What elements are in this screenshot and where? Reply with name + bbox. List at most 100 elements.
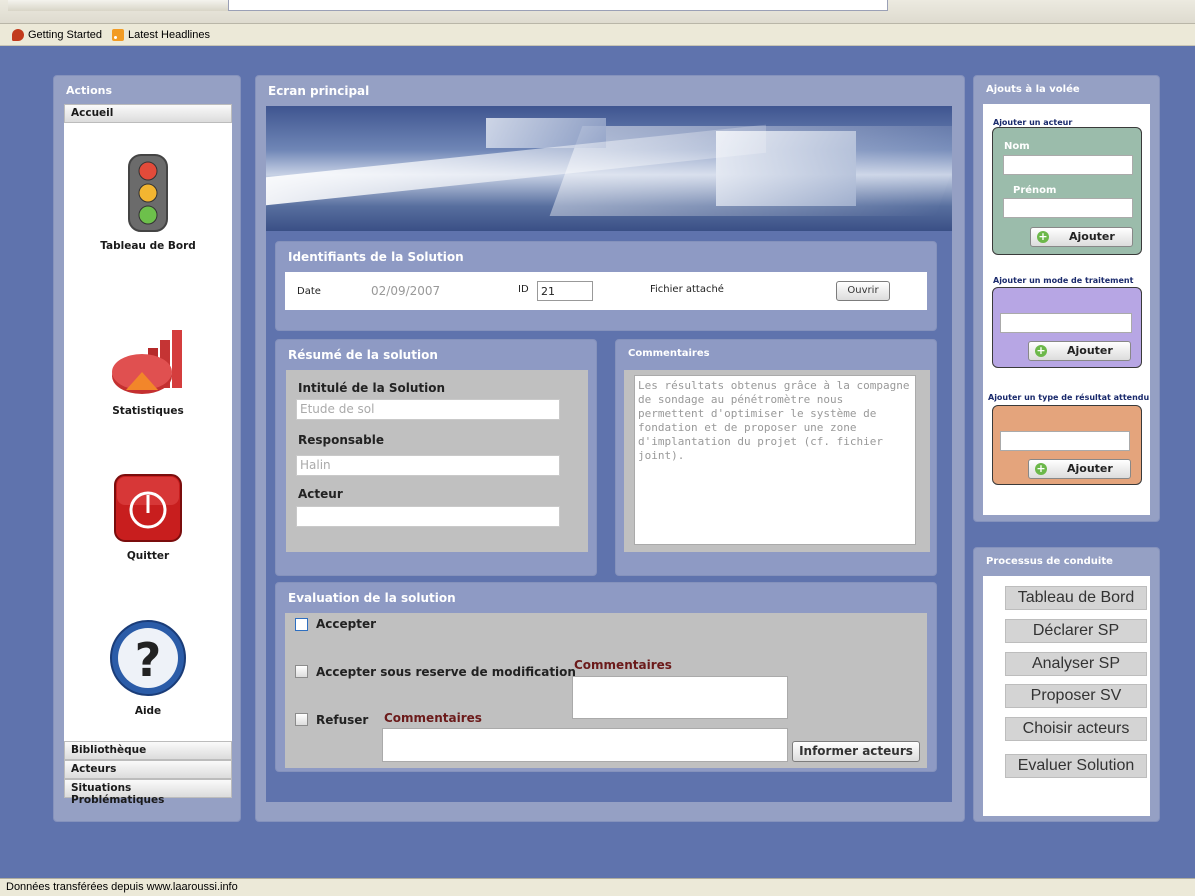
- tab-situations-problematiques[interactable]: Situations Problématiques: [64, 779, 232, 806]
- commentaires-refus-field[interactable]: [382, 728, 788, 762]
- resume-body: Intitulé de la Solution Etude de sol Res…: [286, 370, 588, 552]
- commentaires-section: Commentaires Les résultats obtenus grâce…: [615, 339, 937, 576]
- add-icon: +: [1035, 344, 1047, 357]
- commentaires-title: Commentaires: [628, 348, 710, 359]
- main-title: Ecran principal: [268, 84, 370, 98]
- prenom-input[interactable]: [1003, 198, 1133, 218]
- tab-acteurs[interactable]: Acteurs: [64, 760, 232, 779]
- commentaires-body: Les résultats obtenus grâce à la compagn…: [624, 370, 930, 552]
- responsable-field[interactable]: Halin: [296, 455, 560, 476]
- tab-accueil[interactable]: Accueil: [64, 104, 232, 123]
- identifiants-title: Identifiants de la Solution: [288, 250, 464, 264]
- address-bar[interactable]: [228, 0, 888, 11]
- header-banner: [266, 106, 952, 231]
- browser-toolbar: [0, 0, 1195, 24]
- bookmark-label: Getting Started: [28, 28, 102, 41]
- proc-declarer-sp-button[interactable]: Déclarer SP: [1005, 619, 1147, 643]
- browser-status-bar: Données transférées depuis www.laaroussi…: [0, 878, 1195, 896]
- help-icon: ?: [110, 620, 186, 696]
- statistics-chart-icon: [112, 330, 182, 394]
- evaluation-body: Accepter Accepter sous reserve de modifi…: [285, 613, 927, 768]
- accepter-reserve-checkbox[interactable]: [295, 665, 308, 678]
- add-icon: +: [1035, 462, 1047, 475]
- processus-title: Processus de conduite: [986, 556, 1113, 567]
- ouvrir-button[interactable]: Ouvrir: [836, 281, 890, 301]
- main-panel: Ecran principal Identifiants de la Solut…: [255, 75, 965, 822]
- ajouts-title: Ajouts à la volée: [986, 84, 1080, 95]
- bookmarks-bar: Getting Started Latest Headlines: [0, 24, 1195, 46]
- action-tableau-de-bord[interactable]: Tableau de Bord: [64, 153, 232, 252]
- ajouter-resultat-box: + Ajouter: [992, 405, 1142, 485]
- refuser-label: Refuser: [316, 713, 369, 727]
- proc-analyser-sp-button[interactable]: Analyser SP: [1005, 652, 1147, 676]
- commentaires-reserve-field[interactable]: [572, 676, 788, 719]
- evaluation-title: Evaluation de la solution: [288, 591, 456, 605]
- ajouter-acteur-button[interactable]: + Ajouter: [1030, 227, 1133, 247]
- identifiants-section: Identifiants de la Solution Date 02/09/2…: [275, 241, 937, 331]
- proc-evaluer-solution-button[interactable]: Evaluer Solution: [1005, 754, 1147, 778]
- actions-title: Actions: [66, 84, 112, 97]
- accepter-reserve-label: Accepter sous reserve de modification: [316, 665, 576, 679]
- action-quitter[interactable]: Quitter: [64, 473, 232, 562]
- fichier-label: Fichier attaché: [650, 284, 724, 295]
- ajouts-panel: Ajouts à la volée Ajouter un acteur Nom …: [973, 75, 1160, 522]
- add-icon: +: [1037, 230, 1049, 243]
- button-label: Ajouter: [1067, 462, 1113, 475]
- identifiants-row: Date 02/09/2007 ID 21 Fichier attaché Ou…: [285, 272, 927, 310]
- id-label: ID: [518, 284, 529, 295]
- actions-panel: Actions Accueil Tableau de Bord Statisti: [53, 75, 241, 822]
- svg-text:?: ?: [135, 633, 162, 687]
- bookmark-label: Latest Headlines: [128, 28, 210, 41]
- action-label: Aide: [134, 705, 162, 717]
- date-value: 02/09/2007: [371, 284, 441, 298]
- responsable-label: Responsable: [298, 433, 384, 447]
- button-label: Ajouter: [1069, 230, 1115, 243]
- action-aide[interactable]: ? Aide: [64, 618, 232, 717]
- bookmark-latest-headlines[interactable]: Latest Headlines: [112, 28, 210, 41]
- processus-panel: Processus de conduite Tableau de Bord Dé…: [973, 547, 1160, 822]
- ajouter-mode-box: + Ajouter: [992, 287, 1142, 368]
- accepter-checkbox[interactable]: [295, 618, 308, 631]
- informer-acteurs-button[interactable]: Informer acteurs: [792, 741, 920, 762]
- mode-input[interactable]: [1000, 313, 1132, 333]
- ajouter-mode-button[interactable]: + Ajouter: [1028, 341, 1131, 361]
- proc-proposer-sv-button[interactable]: Proposer SV: [1005, 684, 1147, 708]
- power-icon: [114, 474, 182, 542]
- date-label: Date: [297, 286, 321, 297]
- action-statistiques[interactable]: Statistiques: [64, 328, 232, 417]
- resultat-input[interactable]: [1000, 431, 1130, 451]
- commentaires-label-refus: Commentaires: [384, 711, 482, 725]
- action-label: Quitter: [126, 550, 170, 562]
- ajouter-resultat-label: Ajouter un type de résultat attendu: [988, 393, 1150, 402]
- proc-tableau-de-bord-button[interactable]: Tableau de Bord: [1005, 586, 1147, 610]
- action-label: Tableau de Bord: [100, 240, 196, 252]
- id-field[interactable]: 21: [537, 281, 593, 301]
- commentaires-label-reserve: Commentaires: [574, 658, 672, 672]
- ajouter-acteur-box: Nom Prénom + Ajouter: [992, 127, 1142, 255]
- action-label: Statistiques: [112, 405, 184, 417]
- nom-label: Nom: [1004, 141, 1030, 152]
- ajouter-resultat-button[interactable]: + Ajouter: [1028, 459, 1131, 479]
- intitule-label: Intitulé de la Solution: [298, 381, 446, 395]
- commentaires-textarea[interactable]: Les résultats obtenus grâce à la compagn…: [634, 375, 916, 545]
- refuser-checkbox[interactable]: [295, 713, 308, 726]
- resume-title: Résumé de la solution: [288, 348, 438, 362]
- ajouter-acteur-label: Ajouter un acteur: [993, 118, 1073, 127]
- button-label: Ajouter: [1067, 344, 1113, 357]
- actions-body: Tableau de Bord Statistiques Quitter ? A…: [64, 123, 232, 744]
- bookmark-getting-started[interactable]: Getting Started: [12, 28, 102, 41]
- tab-bibliotheque[interactable]: Bibliothèque: [64, 741, 232, 760]
- traffic-light-icon: [128, 154, 168, 232]
- acteur-field[interactable]: [296, 506, 560, 527]
- intitule-field[interactable]: Etude de sol: [296, 399, 560, 420]
- prenom-label: Prénom: [1013, 185, 1057, 196]
- rss-icon: [112, 28, 124, 41]
- ajouter-mode-label: Ajouter un mode de traitement: [993, 276, 1134, 285]
- browser-nav-buttons[interactable]: [8, 0, 228, 11]
- processus-body: Tableau de Bord Déclarer SP Analyser SP …: [983, 576, 1150, 816]
- nom-input[interactable]: [1003, 155, 1133, 175]
- evaluation-section: Evaluation de la solution Accepter Accep…: [275, 582, 937, 772]
- resume-section: Résumé de la solution Intitulé de la Sol…: [275, 339, 597, 576]
- proc-choisir-acteurs-button[interactable]: Choisir acteurs: [1005, 717, 1147, 741]
- firefox-icon: [12, 28, 24, 41]
